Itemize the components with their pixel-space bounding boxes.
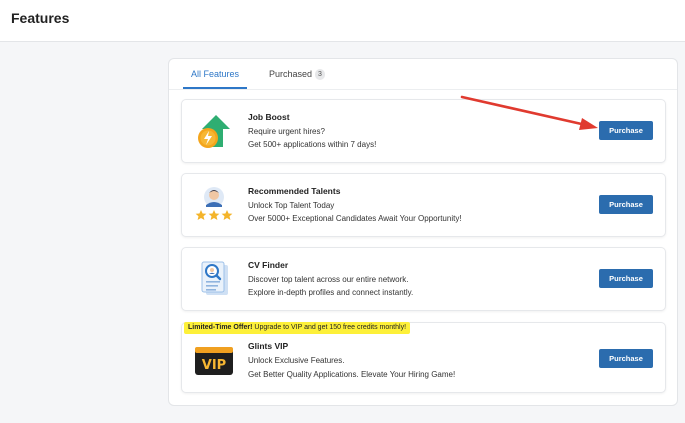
features-panel: All Features Purchased 3 Job Boost Requir…: [168, 58, 678, 406]
card-description: Discover top talent across our entire ne…: [248, 275, 409, 284]
purchase-button-recommended-talents[interactable]: Purchase: [599, 195, 653, 214]
vip-badge-icon: VIP: [194, 343, 234, 383]
card-description: Get 500+ applications within 7 days!: [248, 140, 377, 149]
tab-all-features[interactable]: All Features: [183, 59, 247, 89]
purchase-button-glints-vip[interactable]: Purchase: [599, 349, 653, 368]
tab-all-features-label: All Features: [190, 69, 240, 79]
feature-card-glints-vip: Limited-Time Offer! Upgrade to VIP and g…: [181, 322, 666, 393]
card-description: Get Better Quality Applications. Elevate…: [248, 370, 456, 379]
card-title: Glints VIP: [248, 341, 289, 351]
tab-purchased-label: Purchased: [269, 69, 313, 79]
talent-stars-icon: [194, 185, 234, 225]
top-bar: Features: [0, 0, 685, 42]
tab-purchased[interactable]: Purchased 3: [269, 59, 325, 89]
card-title: CV Finder: [248, 260, 289, 270]
card-title: Recommended Talents: [248, 186, 341, 196]
page-title: Features: [11, 10, 70, 26]
purchased-count-badge: 3: [315, 69, 325, 80]
card-description: Require urgent hires?: [248, 127, 325, 136]
card-description: Over 5000+ Exceptional Candidates Await …: [248, 214, 462, 223]
tabs-divider: [169, 89, 677, 90]
purchase-button-job-boost[interactable]: Purchase: [599, 121, 653, 140]
purchase-button-cv-finder[interactable]: Purchase: [599, 269, 653, 288]
limited-offer-banner: Limited-Time Offer! Upgrade to VIP and g…: [184, 322, 411, 334]
card-description: Explore in-depth profiles and connect in…: [248, 288, 414, 297]
card-description: Unlock Exclusive Features.: [248, 356, 345, 365]
promo-bold-text: Limited-Time Offer!: [188, 324, 253, 331]
feature-card-recommended-talents: Recommended Talents Unlock Top Talent To…: [181, 173, 666, 237]
annotation-arrow-icon: [460, 95, 598, 130]
card-title: Job Boost: [248, 112, 290, 122]
rocket-boost-icon: [194, 111, 234, 151]
card-description: Unlock Top Talent Today: [248, 201, 335, 210]
cv-search-icon: [194, 259, 234, 299]
promo-text: Upgrade to VIP and get 150 free credits …: [252, 324, 407, 331]
feature-card-cv-finder: CV Finder Discover top talent across our…: [181, 247, 666, 311]
svg-text:VIP: VIP: [202, 358, 226, 373]
